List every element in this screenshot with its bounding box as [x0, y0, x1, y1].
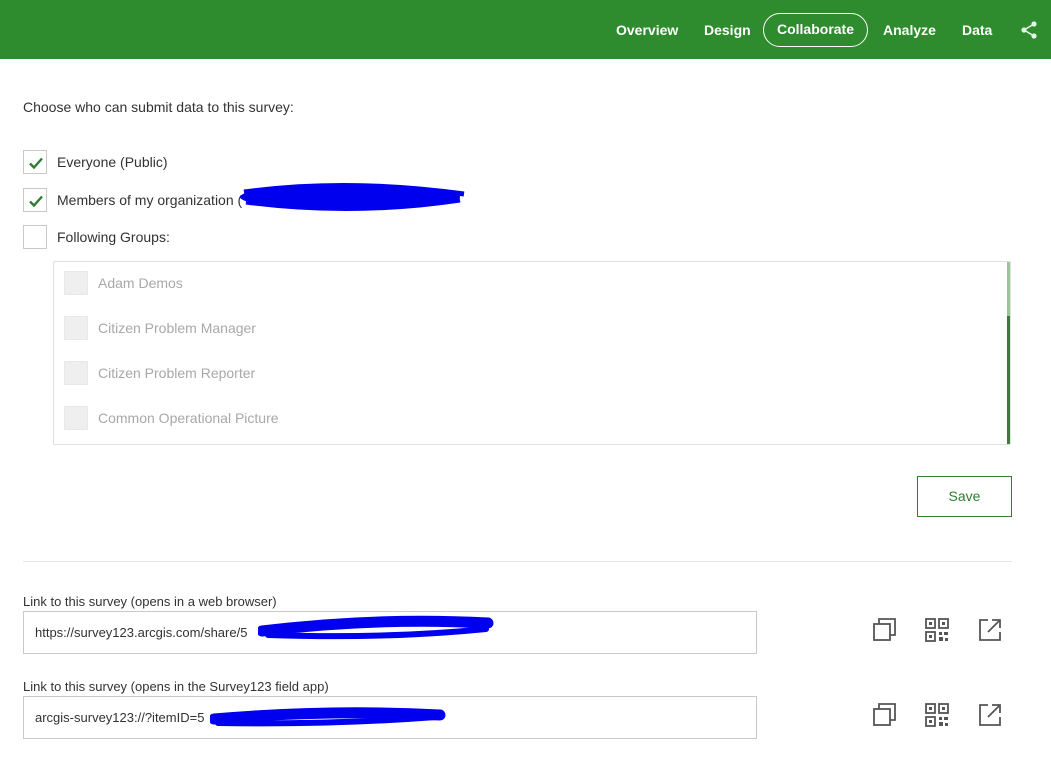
qr-code-icon[interactable]: [924, 617, 950, 643]
tab-design[interactable]: Design: [704, 18, 751, 42]
open-external-icon[interactable]: [977, 702, 1003, 728]
group-checkbox-common-operational-picture[interactable]: [64, 406, 88, 430]
section-heading: Choose who can submit data to this surve…: [23, 99, 294, 115]
redaction-scribble: [240, 182, 465, 212]
following-groups-label: Following Groups:: [57, 229, 170, 245]
tab-analyze[interactable]: Analyze: [883, 18, 936, 42]
qr-code-icon[interactable]: [924, 702, 950, 728]
top-bar: Overview Design Collaborate Analyze Data: [0, 0, 1051, 59]
tab-overview[interactable]: Overview: [616, 18, 678, 42]
members-org-label: Members of my organization (: [57, 192, 243, 208]
group-label: Citizen Problem Manager: [98, 320, 256, 336]
check-icon: [29, 195, 43, 208]
group-label: Adam Demos: [98, 275, 183, 291]
groups-list[interactable]: Adam Demos Citizen Problem Manager Citiz…: [53, 261, 1011, 445]
copy-icon[interactable]: [872, 702, 898, 728]
group-checkbox-adam-demos[interactable]: [64, 271, 88, 295]
app-link-label: Link to this survey (opens in the Survey…: [23, 679, 329, 694]
tab-collaborate[interactable]: Collaborate: [763, 13, 868, 47]
divider: [23, 561, 1012, 562]
tab-data[interactable]: Data: [962, 18, 992, 42]
web-link-label: Link to this survey (opens in a web brow…: [23, 594, 277, 609]
following-groups-checkbox[interactable]: [23, 225, 47, 249]
save-button[interactable]: Save: [917, 476, 1012, 517]
group-label: Common Operational Picture: [98, 410, 279, 426]
share-icon[interactable]: [1019, 20, 1039, 40]
copy-icon[interactable]: [872, 617, 898, 643]
everyone-public-label: Everyone (Public): [57, 154, 168, 170]
group-checkbox-citizen-problem-manager[interactable]: [64, 316, 88, 340]
group-label: Citizen Problem Reporter: [98, 365, 256, 381]
everyone-public-checkbox[interactable]: [23, 150, 47, 174]
open-external-icon[interactable]: [977, 617, 1003, 643]
redaction-scribble: [258, 615, 494, 640]
scrollbar-thumb[interactable]: [1007, 316, 1010, 444]
redaction-scribble: [210, 707, 446, 727]
group-checkbox-citizen-problem-reporter[interactable]: [64, 361, 88, 385]
check-icon: [29, 157, 43, 170]
members-org-checkbox[interactable]: [23, 188, 47, 212]
